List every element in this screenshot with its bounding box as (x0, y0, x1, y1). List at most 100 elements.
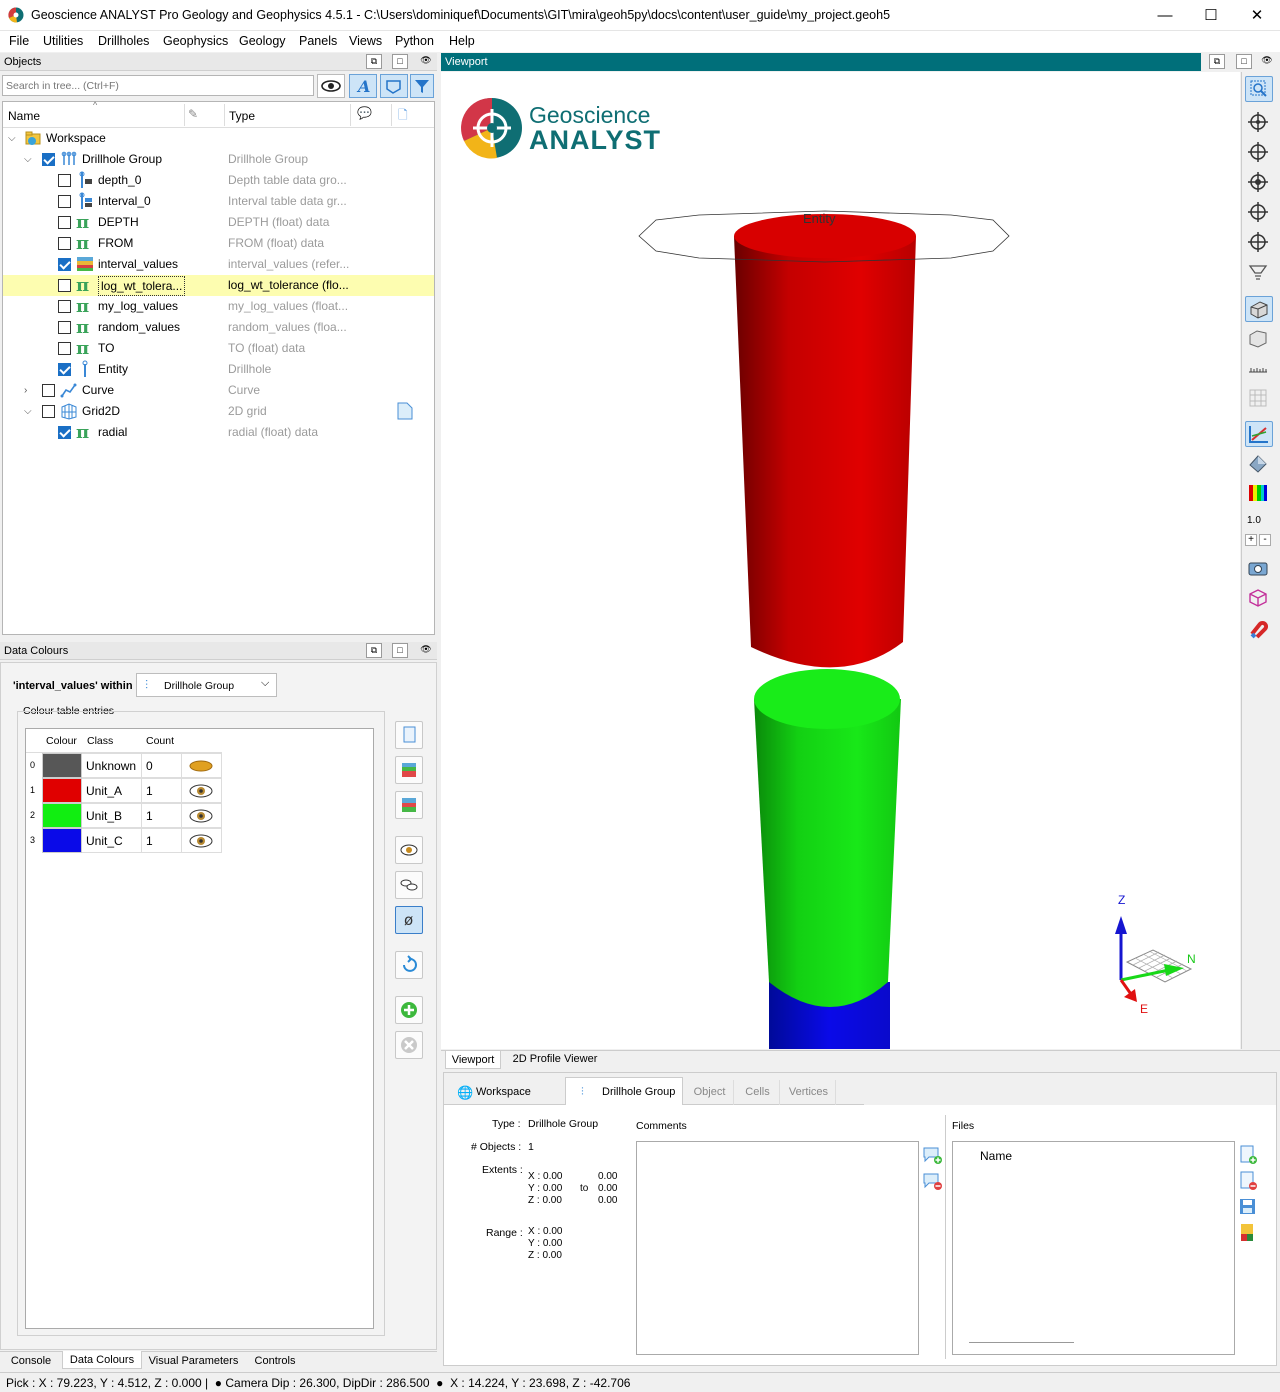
add-entry-icon[interactable] (395, 996, 423, 1024)
info-tab-cells[interactable]: Cells (736, 1080, 780, 1105)
visibility-checkbox[interactable] (58, 279, 71, 292)
colour-row[interactable]: 3 Unit_C 1 (26, 828, 222, 853)
menu-geology[interactable]: Geology (239, 34, 286, 48)
filter-funnel-icon[interactable] (410, 74, 434, 98)
class-cell[interactable]: Unknown (82, 753, 142, 778)
visibility-toggle-icon[interactable] (317, 74, 345, 98)
class-cell[interactable]: Unit_C (82, 828, 142, 853)
tree-item-to[interactable]: π TO TO (float) data (3, 338, 434, 359)
tab-console[interactable]: Console (4, 1352, 58, 1370)
zoom-extents-icon[interactable] (1245, 76, 1273, 102)
menu-file[interactable]: File (9, 34, 29, 48)
view-south-icon[interactable] (1245, 200, 1273, 226)
search-input[interactable]: Search in tree... (Ctrl+F) (2, 75, 314, 96)
tree-item-workspace[interactable]: ⌵ Workspace (3, 128, 434, 149)
visibility-checkbox[interactable] (58, 258, 71, 271)
menu-utilities[interactable]: Utilities (43, 34, 83, 48)
expand-open-icon[interactable]: ⌵ (24, 149, 32, 170)
tree-item-entity[interactable]: Entity Drillhole (3, 359, 434, 380)
axes-toggle-icon[interactable] (1245, 421, 1273, 447)
colour-row[interactable]: 1 Unit_A 1 (26, 778, 222, 803)
tree-item-grid2d[interactable]: ⌵ Grid2D 2D grid (3, 401, 434, 422)
filter-objects-icon[interactable] (380, 74, 408, 98)
screenshot-icon[interactable] (1245, 556, 1273, 582)
colour-swatch[interactable] (42, 828, 82, 853)
expand-open-icon[interactable]: ⌵ (8, 128, 16, 149)
view-west-icon[interactable] (1245, 230, 1273, 256)
tree-item-log-wt-tolera-[interactable]: π log_wt_tolera... log_wt_tolerance (flo..… (3, 275, 434, 296)
null-value-icon[interactable]: ø (395, 906, 423, 934)
visibility-checkbox[interactable] (58, 300, 71, 313)
tab-viewport[interactable]: Viewport (445, 1051, 501, 1069)
tree-item-random-values[interactable]: π random_values random_values (floa... (3, 317, 434, 338)
visibility-checkbox[interactable] (42, 384, 55, 397)
tree-item-interval-0[interactable]: Interval_0 Interval table data gr... (3, 191, 434, 212)
class-cell[interactable]: Unit_A (82, 778, 142, 803)
tree-item-from[interactable]: π FROM FROM (float) data (3, 233, 434, 254)
float-panel-icon[interactable]: ⧉ (366, 54, 382, 69)
colour-swatch[interactable] (42, 778, 82, 803)
tab-visual-parameters[interactable]: Visual Parameters (146, 1352, 241, 1370)
hide-panel-icon[interactable]: 👁 (418, 643, 434, 658)
visibility-checkbox[interactable] (58, 426, 71, 439)
hidden-eye-icon[interactable] (182, 753, 222, 778)
eye-icon[interactable] (182, 828, 222, 853)
tree-item-curve[interactable]: › Curve Curve (3, 380, 434, 401)
maximize-panel-icon[interactable]: □ (1236, 54, 1252, 69)
menu-views[interactable]: Views (349, 34, 382, 48)
expand-open-icon[interactable]: ⌵ (24, 401, 32, 422)
grid-icon[interactable] (1245, 386, 1273, 412)
colour-row[interactable]: 0 Unknown 0 (26, 753, 222, 778)
tree-item-interval-values[interactable]: interval_values interval_values (refer... (3, 254, 434, 275)
menu-geophysics[interactable]: Geophysics (163, 34, 228, 48)
maximize-panel-icon[interactable]: □ (392, 54, 408, 69)
minimize-button[interactable]: — (1142, 0, 1188, 31)
reset-icon[interactable] (395, 951, 423, 979)
zoom-in-button[interactable]: + (1245, 534, 1257, 546)
eye-icon[interactable] (182, 803, 222, 828)
orthographic-icon[interactable] (1245, 326, 1273, 352)
add-comment-icon[interactable] (922, 1144, 944, 1166)
group-select[interactable]: ⫶ Drillhole Group ⌵ (136, 673, 277, 697)
tree-item-my-log-values[interactable]: π my_log_values my_log_values (float... (3, 296, 434, 317)
column-name[interactable]: Name (8, 109, 40, 123)
cube-view-icon[interactable] (1245, 586, 1273, 612)
menu-drillholes[interactable]: Drillholes (98, 34, 149, 48)
viewport-canvas[interactable]: Geoscience ANALYST Entity Z N E (441, 72, 1240, 1049)
maximize-panel-icon[interactable]: □ (392, 643, 408, 658)
save-file-icon[interactable] (1237, 1196, 1259, 1218)
visibility-checkbox[interactable] (58, 321, 71, 334)
info-tab-object[interactable]: Object (686, 1080, 734, 1105)
tab-controls[interactable]: Controls (245, 1352, 305, 1370)
visibility-checkbox[interactable] (58, 342, 71, 355)
colour-bar-icon[interactable] (1245, 481, 1273, 507)
maximize-button[interactable]: ☐ (1188, 0, 1234, 31)
info-tab-drillhole-group[interactable]: ⫶ Drillhole Group (565, 1077, 683, 1106)
column-type[interactable]: Type (229, 109, 255, 123)
add-file-icon[interactable] (1237, 1144, 1259, 1166)
visibility-checkbox[interactable] (58, 363, 71, 376)
hide-panel-icon[interactable]: 👁 (1259, 54, 1275, 69)
class-cell[interactable]: Unit_B (82, 803, 142, 828)
visibility-checkbox[interactable] (42, 153, 55, 166)
info-tab-workspace[interactable]: 🌐 Workspace (450, 1080, 540, 1105)
lighting-icon[interactable] (1245, 451, 1273, 477)
magnet-icon[interactable] (1245, 616, 1273, 642)
view-bottom-icon[interactable] (1245, 260, 1273, 286)
tree-item-depth[interactable]: π DEPTH DEPTH (float) data (3, 212, 434, 233)
colour-row[interactable]: 2 Unit_B 1 (26, 803, 222, 828)
import-table-icon[interactable] (395, 756, 423, 784)
view-east-icon[interactable] (1245, 170, 1273, 196)
float-panel-icon[interactable]: ⧉ (366, 643, 382, 658)
menu-help[interactable]: Help (449, 34, 475, 48)
close-button[interactable]: ✕ (1234, 0, 1280, 31)
perspective-icon[interactable] (1245, 296, 1273, 322)
ruler-icon[interactable] (1245, 356, 1273, 382)
expand-closed-icon[interactable]: › (24, 380, 27, 401)
float-panel-icon[interactable]: ⧉ (1209, 54, 1225, 69)
menu-panels[interactable]: Panels (299, 34, 337, 48)
comments-box[interactable] (636, 1141, 919, 1355)
tree-item-radial[interactable]: π radial radial (float) data (3, 422, 434, 443)
view-north-icon[interactable] (1245, 140, 1273, 166)
tree-item-depth-0[interactable]: depth_0 Depth table data gro... (3, 170, 434, 191)
